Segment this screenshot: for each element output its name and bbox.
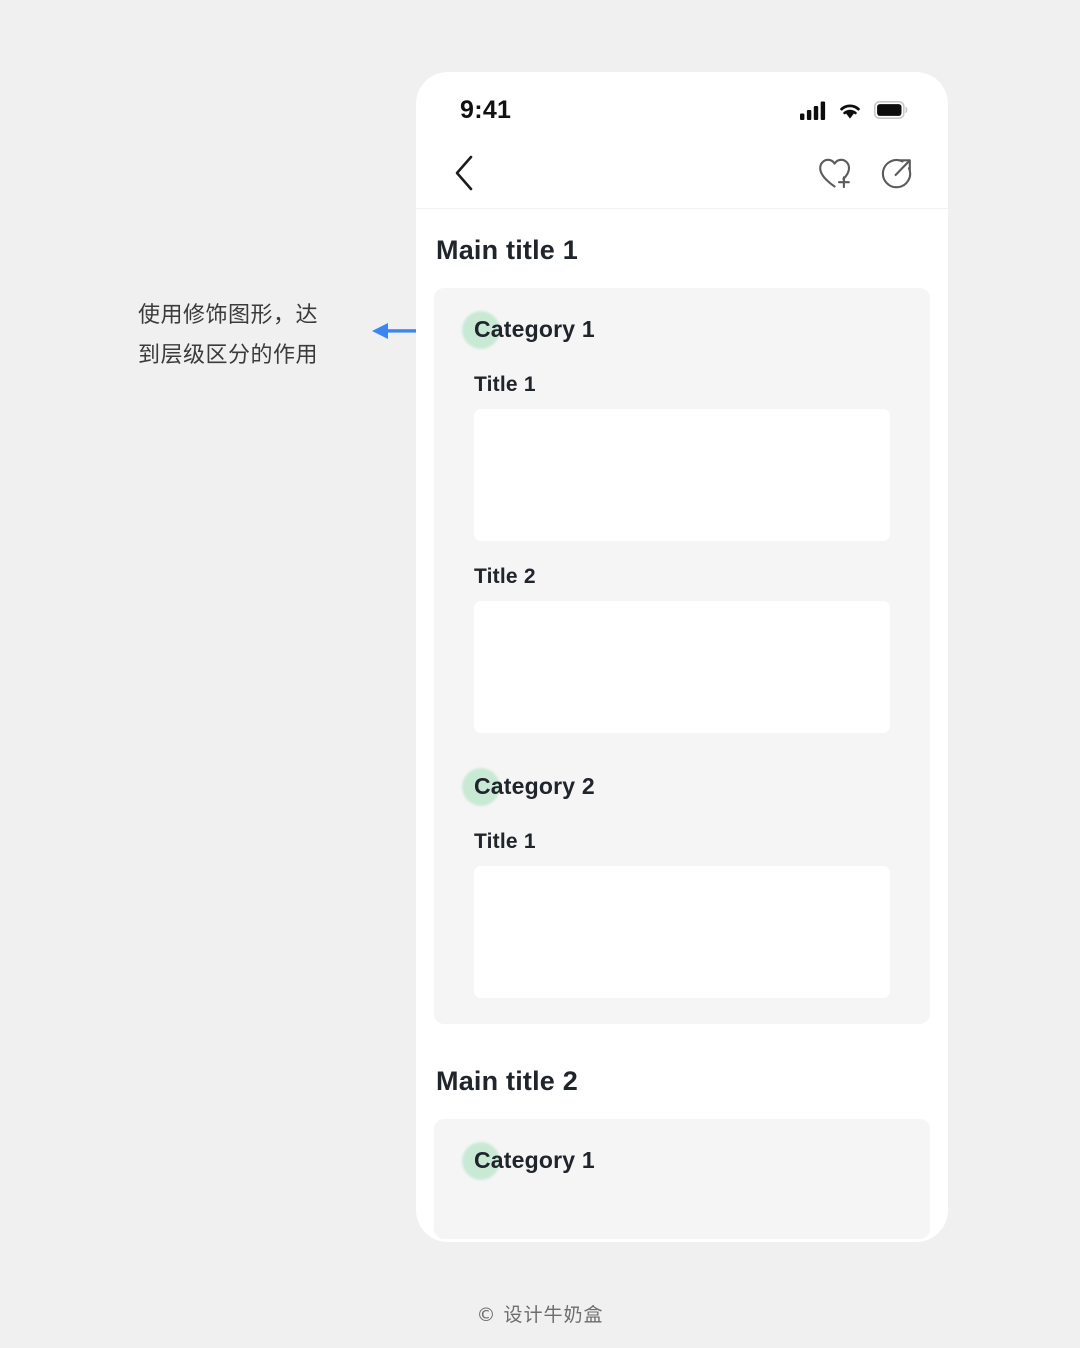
status-bar-icons xyxy=(800,101,908,120)
annotation-line-1: 使用修饰图形，达 xyxy=(138,303,319,328)
back-button[interactable] xyxy=(452,154,476,192)
chevron-left-icon xyxy=(455,155,473,191)
category-label: Category 1 xyxy=(474,316,595,342)
footer-credit: © 设计牛奶盒 xyxy=(476,1304,604,1326)
battery-icon xyxy=(874,101,908,119)
heart-plus-icon xyxy=(819,158,851,189)
wifi-icon xyxy=(840,104,860,119)
scroll-content[interactable]: Main title 1 Category 1 Title 1 Title 2 … xyxy=(416,209,948,1239)
favorite-button[interactable] xyxy=(816,155,854,191)
category-block: Category 1 xyxy=(434,1141,930,1180)
category-heading: Category 1 xyxy=(462,1141,595,1180)
category-block: Category 2 Title 1 xyxy=(434,767,930,998)
item-title: Title 1 xyxy=(474,830,536,853)
page-title-main-1: Main title 1 xyxy=(436,235,578,265)
category-heading: Category 2 xyxy=(462,767,595,806)
item-content-card[interactable] xyxy=(474,601,890,733)
status-bar-time: 9:41 xyxy=(460,95,512,124)
cellular-signal-icon xyxy=(800,101,826,120)
item-title: Title 2 xyxy=(474,565,536,588)
category-label: Category 2 xyxy=(474,773,595,799)
category-heading: Category 1 xyxy=(462,310,595,349)
section-card-1: Category 1 Title 1 Title 2 Category 2 Ti… xyxy=(434,288,930,1024)
section-card-2: Category 1 xyxy=(434,1119,930,1239)
item-content-card[interactable] xyxy=(474,866,890,998)
annotation-callout: 使用修饰图形，达 到层级区分的作用 xyxy=(138,296,370,376)
status-bar: 9:41 xyxy=(416,72,948,138)
phone-frame: 9:41 Main title 1 Category 1 Title 1 Tit… xyxy=(416,72,948,1242)
share-button[interactable] xyxy=(878,154,916,192)
item-title: Title 1 xyxy=(474,373,536,396)
nav-bar xyxy=(416,138,948,208)
annotation-line-2: 到层级区分的作用 xyxy=(138,343,319,368)
category-block: Category 1 Title 1 Title 2 xyxy=(434,310,930,733)
category-label: Category 1 xyxy=(474,1147,595,1173)
page-title-main-2: Main title 2 xyxy=(436,1066,578,1096)
share-circle-icon xyxy=(881,158,912,189)
nav-bar-actions xyxy=(816,154,916,192)
item-content-card[interactable] xyxy=(474,409,890,541)
